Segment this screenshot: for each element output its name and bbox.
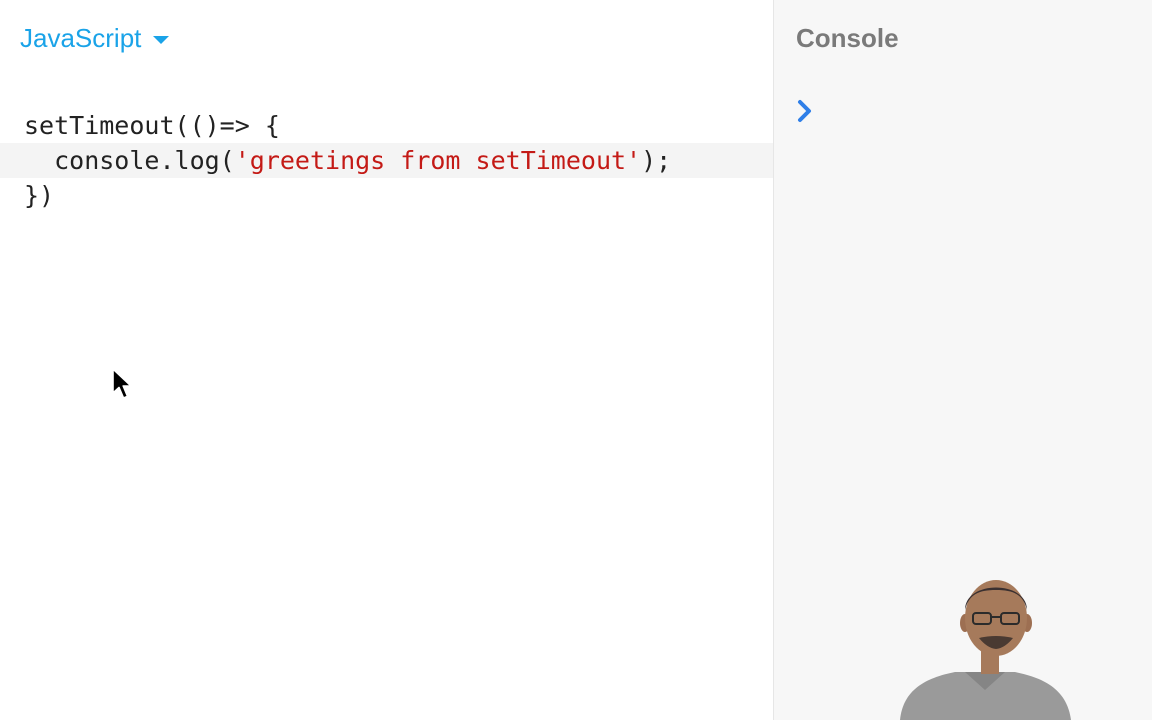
code-token: console.log( (24, 146, 235, 175)
code-line[interactable]: setTimeout(()=> { (0, 108, 773, 143)
code-line[interactable]: console.log('greetings from setTimeout')… (0, 143, 773, 178)
code-editor[interactable]: setTimeout(()=> { console.log('greetings… (0, 108, 773, 213)
console-input[interactable] (796, 96, 816, 126)
caret-down-icon (153, 35, 170, 44)
presenter-webcam (895, 568, 1075, 720)
code-token: ); (641, 146, 672, 175)
language-dropdown[interactable]: JavaScript (20, 20, 170, 56)
code-token: setTimeout(()=> { (24, 111, 280, 140)
mouse-pointer-icon (112, 368, 132, 399)
presenter-avatar (900, 580, 1071, 720)
code-string-token: 'greetings from setTimeout' (234, 146, 642, 175)
code-line[interactable]: }) (0, 178, 773, 213)
console-title: Console (796, 23, 899, 53)
code-token: }) (24, 181, 55, 210)
chevron-right-icon (798, 100, 811, 122)
language-label: JavaScript (20, 22, 142, 53)
editor-pane: JavaScript setTimeout(()=> { console.log… (0, 0, 773, 720)
